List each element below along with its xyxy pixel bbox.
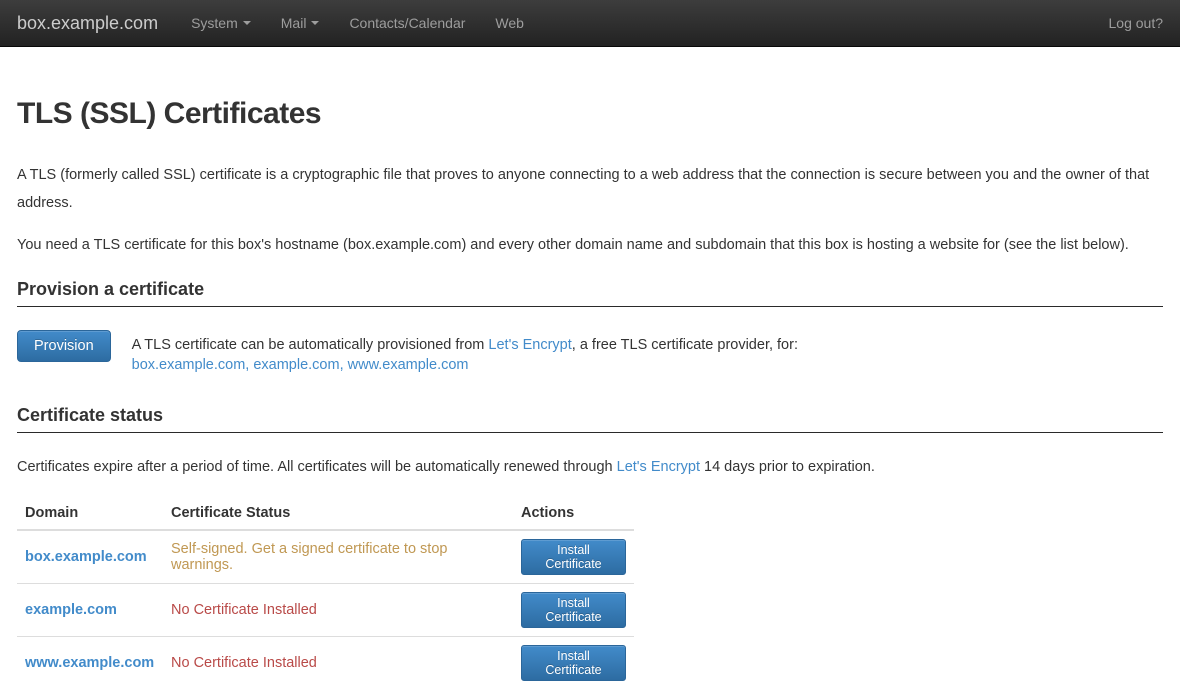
provision-domain-link[interactable]: box.example.com xyxy=(132,357,246,373)
column-header-actions: Actions xyxy=(513,497,634,530)
column-header-certificate-status: Certificate Status xyxy=(163,497,513,530)
nav-item: Mail xyxy=(266,10,335,36)
top-navbar: box.example.com System Mail Contacts/Cal… xyxy=(0,0,1180,47)
provision-domain-list: box.example.com, example.com, www.exampl… xyxy=(132,355,798,375)
status-description: Certificates expire after a period of ti… xyxy=(17,457,1163,477)
domain-link[interactable]: example.com xyxy=(25,602,117,618)
main-nav: System Mail Contacts/Calendar Web xyxy=(176,10,539,36)
brand-link[interactable]: box.example.com xyxy=(17,13,158,34)
logout-link[interactable]: Log out? xyxy=(1109,15,1164,31)
table-row: box.example.com Self-signed. Get a signe… xyxy=(17,530,634,584)
column-header-domain: Domain xyxy=(17,497,163,530)
actions-cell: Install Certificate xyxy=(513,584,634,637)
intro-paragraph-2: You need a TLS certificate for this box'… xyxy=(17,231,1163,259)
main-content: TLS (SSL) Certificates A TLS (formerly c… xyxy=(0,97,1180,689)
nav-item: System xyxy=(176,10,266,36)
install-certificate-button[interactable]: Install Certificate xyxy=(521,645,626,681)
nav-item-label: System xyxy=(191,15,238,31)
actions-cell: Install Certificate xyxy=(513,637,634,689)
install-certificate-button[interactable]: Install Certificate xyxy=(521,539,626,575)
provision-domain-link[interactable]: example.com xyxy=(253,357,339,373)
domain-cell: box.example.com xyxy=(17,530,163,584)
status-cell: Self-signed. Get a signed certificate to… xyxy=(163,530,513,584)
lets-encrypt-link[interactable]: Let's Encrypt xyxy=(488,337,571,353)
provision-button[interactable]: Provision xyxy=(17,330,111,362)
status-text-after: 14 days prior to expiration. xyxy=(700,459,875,475)
certificate-table-body: box.example.com Self-signed. Get a signe… xyxy=(17,530,634,689)
domain-link[interactable]: box.example.com xyxy=(25,549,147,565)
domain-cell: example.com xyxy=(17,584,163,637)
domain-link[interactable]: www.example.com xyxy=(25,655,154,671)
certificate-status-heading: Certificate status xyxy=(17,405,1163,433)
nav-item: Web xyxy=(480,10,539,36)
provision-text-before: A TLS certificate can be automatically p… xyxy=(132,337,489,353)
nav-item-label: Mail xyxy=(281,15,307,31)
chevron-down-icon xyxy=(243,21,251,25)
provision-domain-link[interactable]: www.example.com xyxy=(348,357,469,373)
nav-item-link[interactable]: Contacts/Calendar xyxy=(334,10,480,36)
status-text-before: Certificates expire after a period of ti… xyxy=(17,459,617,475)
status-cell: No Certificate Installed xyxy=(163,637,513,689)
intro-paragraph-1: A TLS (formerly called SSL) certificate … xyxy=(17,161,1163,217)
provision-text-after: , a free TLS certificate provider, for: xyxy=(572,337,798,353)
domain-cell: www.example.com xyxy=(17,637,163,689)
certificate-table-header: Domain Certificate Status Actions xyxy=(17,497,634,530)
chevron-down-icon xyxy=(311,21,319,25)
navbar-left: box.example.com System Mail Contacts/Cal… xyxy=(17,10,539,36)
certificate-status-text: No Certificate Installed xyxy=(171,655,317,671)
install-certificate-button[interactable]: Install Certificate xyxy=(521,592,626,628)
table-row: example.com No Certificate Installed Ins… xyxy=(17,584,634,637)
certificate-status-text: Self-signed. Get a signed certificate to… xyxy=(171,541,447,573)
provision-section: Provision A TLS certificate can be autom… xyxy=(17,330,1163,375)
nav-item-link[interactable]: Web xyxy=(480,10,539,36)
lets-encrypt-link[interactable]: Let's Encrypt xyxy=(617,459,700,475)
provision-description: A TLS certificate can be automatically p… xyxy=(132,330,798,375)
nav-item-label: Web xyxy=(495,15,524,31)
nav-item-label: Contacts/Calendar xyxy=(349,15,465,31)
actions-cell: Install Certificate xyxy=(513,530,634,584)
page-title: TLS (SSL) Certificates xyxy=(17,97,1163,131)
status-cell: No Certificate Installed xyxy=(163,584,513,637)
table-row: www.example.com No Certificate Installed… xyxy=(17,637,634,689)
nav-item-link[interactable]: System xyxy=(176,10,266,36)
provision-heading: Provision a certificate xyxy=(17,279,1163,307)
certificate-status-text: No Certificate Installed xyxy=(171,602,317,618)
nav-item: Contacts/Calendar xyxy=(334,10,480,36)
nav-item-link[interactable]: Mail xyxy=(266,10,335,36)
certificate-table: Domain Certificate Status Actions box.ex… xyxy=(17,497,634,689)
